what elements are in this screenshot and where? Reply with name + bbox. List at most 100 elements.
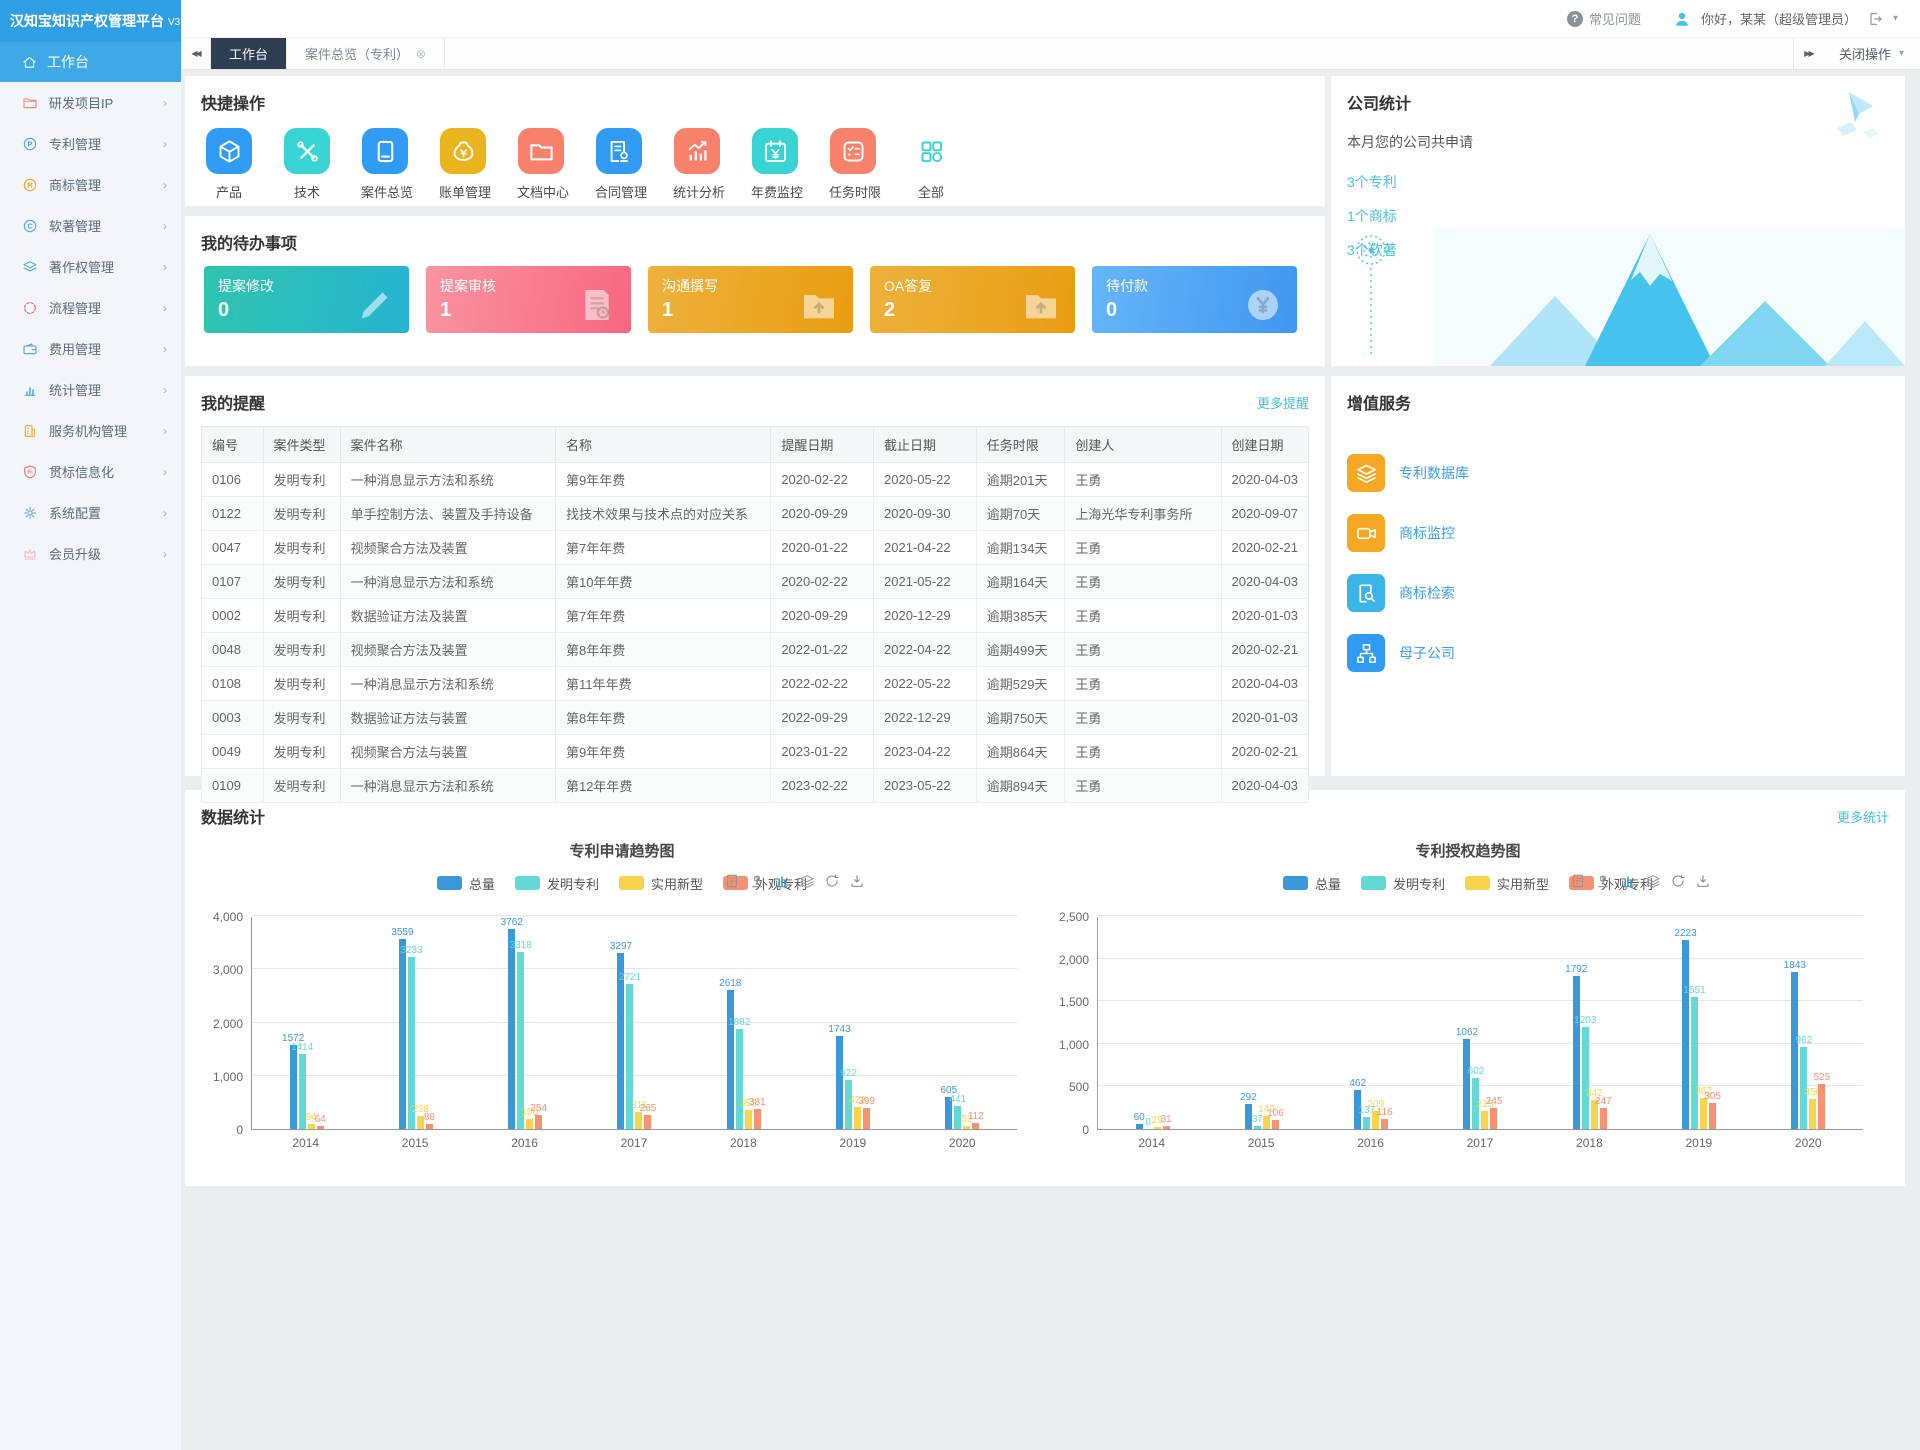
user-menu-caret-icon[interactable]: ▾ [1893,13,1898,24]
sidebar-item-软著管理[interactable]: C软著管理› [0,205,181,246]
todo-card-提案修改[interactable]: 提案修改0 [204,266,409,333]
faq-link[interactable]: ? 常见问题 [1567,9,1641,28]
chart-plot-wrap: 05001,0001,5002,0002,5006002931292371491… [1045,917,1891,1130]
tab-工作台[interactable]: 工作台 [211,38,287,69]
quick-action-案件总览[interactable]: 案件总览 [361,128,409,201]
chevron-right-icon: › [163,506,167,520]
table-row[interactable]: 0108发明专利一种消息显示方法和系统第11年年费2022-02-222022-… [202,667,1309,701]
more-statistics-link[interactable]: 更多统计 [1837,807,1889,826]
table-row[interactable]: 0002发明专利数据验证方法及装置第7年年费2020-09-292020-12-… [202,599,1309,633]
quick-action-产品[interactable]: 产品 [205,128,253,201]
axis-pointer-icon[interactable] [749,873,765,889]
table-cell: 王勇 [1065,599,1221,633]
sidebar-item-服务机构管理[interactable]: 服务机构管理› [0,410,181,451]
legend-item-实用新型[interactable]: 实用新型 [619,874,703,893]
tab-spacer [445,38,1793,69]
todo-card-沟通撰写[interactable]: 沟通撰写1 [648,266,853,333]
sidebar-item-系统配置[interactable]: 系统配置› [0,492,181,533]
bar-type-icon[interactable] [774,873,790,889]
service-label: 母子公司 [1399,643,1455,663]
sidebar-item-workbench[interactable]: 工作台 [0,42,181,82]
legend-item-实用新型[interactable]: 实用新型 [1465,874,1549,893]
company-patents-link[interactable]: 3个专利 [1347,172,1889,192]
sidebar-item-商标管理[interactable]: R商标管理› [0,164,181,205]
app-logo: 汉知宝知识产权管理平台 V3.5 [0,0,181,42]
crown-icon [22,546,38,562]
quick-action-文档中心[interactable]: 文档中心 [517,128,565,201]
x-tick-label: 2015 [402,1136,429,1150]
bar-group-2020: 60544152112 [945,917,979,1129]
service-商标检索[interactable]: 商标检索 [1347,574,1889,612]
table-row[interactable]: 0003发明专利数据验证方法与装置第8年年费2022-09-292022-12-… [202,701,1309,735]
more-reminders-link[interactable]: 更多提醒 [1257,393,1309,412]
sidebar-item-研发项目IP[interactable]: 研发项目IP› [0,82,181,123]
table-row[interactable]: 0109发明专利一种消息显示方法和系统第12年年费2023-02-222023-… [202,769,1309,803]
legend-item-发明专利[interactable]: 发明专利 [1361,874,1445,893]
download-icon[interactable] [1695,873,1711,889]
sidebar-item-专利管理[interactable]: P专利管理› [0,123,181,164]
tab-close-icon[interactable]: ⊗ [416,47,426,61]
logout-icon[interactable] [1867,11,1883,27]
table-cell: 逾期385天 [976,599,1065,633]
service-专利数据库[interactable]: 专利数据库 [1347,454,1889,492]
quick-action-账单管理[interactable]: 账单管理 [439,128,487,201]
column-header-名称: 名称 [555,427,770,463]
flow-icon [22,300,38,316]
close-operations-dropdown[interactable]: 关闭操作 ▾ [1823,38,1920,69]
table-cell: 发明专利 [263,735,340,769]
sidebar-item-会员升级[interactable]: 会员升级› [0,533,181,574]
bar-type-icon[interactable] [1620,873,1636,889]
tabs-scroll-right-button[interactable]: ▶▶ [1793,38,1823,69]
chart-toolbox [724,873,865,889]
x-tick-label: 2020 [1795,1136,1822,1150]
quick-action-任务时限[interactable]: 任务时限 [829,128,877,201]
axis-pointer-icon[interactable] [1595,873,1611,889]
legend-item-总量[interactable]: 总量 [1283,874,1341,893]
company-trademarks-link[interactable]: 1个商标 [1347,206,1889,226]
table-row[interactable]: 0047发明专利视频聚合方法及装置第7年年费2020-01-222021-04-… [202,531,1309,565]
sidebar-item-流程管理[interactable]: 流程管理› [0,287,181,328]
table-row[interactable]: 0049发明专利视频聚合方法与装置第9年年费2023-01-222023-04-… [202,735,1309,769]
table-row[interactable]: 0106发明专利一种消息显示方法和系统第9年年费2020-02-222020-0… [202,463,1309,497]
gridline [252,915,1017,916]
user-greeting[interactable]: 你好，某某（超级管理员） [1701,9,1857,28]
column-header-提醒日期: 提醒日期 [771,427,874,463]
tabs-scroll-left-button[interactable]: ◀◀ [181,38,211,69]
tab-案件总览（专利）[interactable]: 案件总览（专利）⊗ [287,38,445,69]
todo-card-OA答复[interactable]: OA答复2 [870,266,1075,333]
quick-action-合同管理[interactable]: 合同管理 [595,128,643,201]
sidebar-item-label: 软著管理 [49,216,163,235]
service-商标监控[interactable]: 商标监控 [1347,514,1889,552]
sidebar-item-贯标信息化[interactable]: 标贯标信息化› [0,451,181,492]
sidebar-item-统计管理[interactable]: 统计管理› [0,369,181,410]
table-cell: 第7年年费 [555,531,770,565]
table-cell: 0109 [202,769,264,803]
table-row[interactable]: 0048发明专利视频聚合方法及装置第8年年费2022-01-222022-04-… [202,633,1309,667]
download-icon[interactable] [849,873,865,889]
restore-icon[interactable] [824,873,840,889]
quick-action-年费监控[interactable]: 年费监控 [751,128,799,201]
bar-实用新型: 215 [1481,1111,1488,1129]
quick-action-技术[interactable]: 技术 [283,128,331,201]
legend-item-总量[interactable]: 总量 [437,874,495,893]
service-label: 商标监控 [1399,523,1455,543]
bar-group-2014: 157214149464 [290,917,324,1129]
bar-group-2017: 1062602215245 [1463,917,1497,1129]
quick-action-统计分析[interactable]: 统计分析 [673,128,721,201]
quick-action-全部[interactable]: 全部 [907,128,955,201]
legend-item-发明专利[interactable]: 发明专利 [515,874,599,893]
data-view-icon[interactable] [1570,873,1586,889]
restore-icon[interactable] [1670,873,1686,889]
table-row[interactable]: 0107发明专利一种消息显示方法和系统第10年年费2020-02-222021-… [202,565,1309,599]
company-stats-panel: 公司统计 本月您的公司共申请 3个专利 1个商标 3个软著 [1331,76,1905,366]
table-row[interactable]: 0122发明专利单手控制方法、装置及手持设备找技术效果与技术点的对应关系2020… [202,497,1309,531]
sidebar-item-费用管理[interactable]: 费用管理› [0,328,181,369]
stack-icon[interactable] [799,873,815,889]
todo-card-提案审核[interactable]: 提案审核1 [426,266,631,333]
service-母子公司[interactable]: 母子公司 [1347,634,1889,672]
data-view-icon[interactable] [724,873,740,889]
sidebar-item-label: 系统配置 [49,503,163,522]
todo-card-待付款[interactable]: 待付款0 [1092,266,1297,333]
stack-icon[interactable] [1645,873,1661,889]
sidebar-item-著作权管理[interactable]: 著作权管理› [0,246,181,287]
